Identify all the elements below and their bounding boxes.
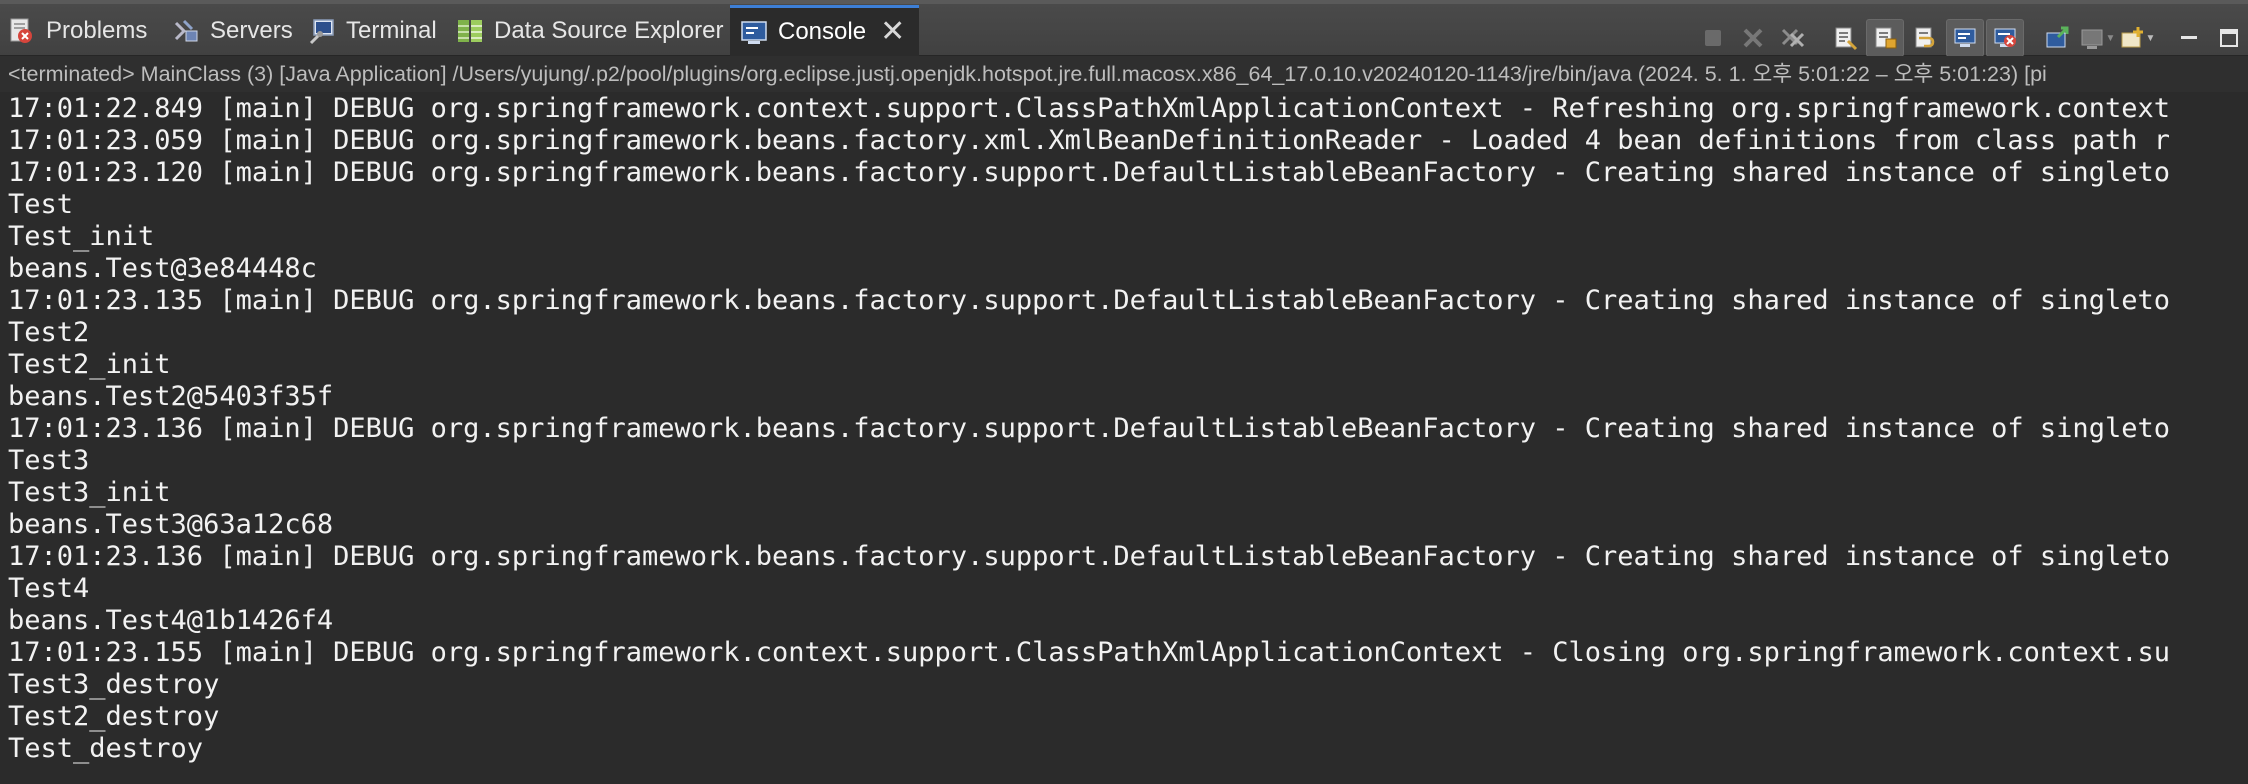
console-line: 17:01:23.155 [main] DEBUG org.springfram… xyxy=(8,637,2170,668)
console-toolbar: ▼ ▼ xyxy=(1692,18,2248,58)
console-line: Test_init xyxy=(8,221,155,252)
tab-label: Data Source Explorer xyxy=(494,17,724,44)
console-line: Test2_destroy xyxy=(8,701,220,732)
tab-problems[interactable]: Problems xyxy=(8,8,147,54)
maximize-icon[interactable] xyxy=(2210,19,2248,57)
pin-console-icon[interactable] xyxy=(2038,19,2076,57)
console-line: Test3 xyxy=(8,445,90,476)
console-line: 17:01:23.120 [main] DEBUG org.springfram… xyxy=(8,157,2170,188)
terminate-icon[interactable] xyxy=(1694,19,1732,57)
tab-label: Problems xyxy=(46,17,148,44)
console-line: beans.Test3@63a12c68 xyxy=(8,509,334,540)
view-tab-bar: Problems Servers Terminal Data Source Ex… xyxy=(0,0,2248,58)
tab-label: Servers xyxy=(210,17,293,44)
word-wrap-icon[interactable] xyxy=(1906,19,1944,57)
console-line: beans.Test2@5403f35f xyxy=(8,381,334,412)
console-output[interactable]: 17:01:22.849 [main] DEBUG org.springfram… xyxy=(0,92,2248,784)
tab-label: Terminal xyxy=(346,17,437,44)
process-status-line: <terminated> MainClass (3) [Java Applica… xyxy=(0,56,2248,92)
remove-launch-icon[interactable] xyxy=(1734,19,1772,57)
problems-icon xyxy=(8,17,36,45)
tab-label: Console xyxy=(778,18,867,45)
tab-data-source-explorer[interactable]: Data Source Explorer xyxy=(456,8,723,54)
tab-terminal[interactable]: Terminal xyxy=(308,8,437,54)
database-icon xyxy=(456,17,484,45)
console-line: Test2 xyxy=(8,317,90,348)
terminal-icon xyxy=(308,17,336,45)
console-line: 17:01:22.849 [main] DEBUG org.springfram… xyxy=(8,93,2170,124)
display-selected-console-icon[interactable]: ▼ xyxy=(2078,19,2116,57)
console-line: Test3_init xyxy=(8,477,171,508)
minimize-icon[interactable] xyxy=(2170,19,2208,57)
console-line: Test2_init xyxy=(8,349,171,380)
remove-all-terminated-icon[interactable] xyxy=(1774,19,1812,57)
show-on-stdout-icon[interactable] xyxy=(1946,19,1984,57)
console-line: beans.Test4@1b1426f4 xyxy=(8,605,334,636)
console-lines: 17:01:22.849 [main] DEBUG org.springfram… xyxy=(0,92,2248,765)
close-icon[interactable]: ✕ xyxy=(880,17,905,47)
console-line: 17:01:23.135 [main] DEBUG org.springfram… xyxy=(8,285,2170,316)
console-line: Test4 xyxy=(8,573,90,604)
show-on-stderr-icon[interactable] xyxy=(1986,19,2024,57)
servers-icon xyxy=(172,17,200,45)
scroll-lock-icon[interactable] xyxy=(1866,19,1904,57)
console-line: 17:01:23.059 [main] DEBUG org.springfram… xyxy=(8,125,2170,156)
console-line: Test xyxy=(8,189,74,220)
console-line: 17:01:23.136 [main] DEBUG org.springfram… xyxy=(8,541,2170,572)
tab-servers[interactable]: Servers xyxy=(172,8,293,54)
tab-console[interactable]: Console ✕ xyxy=(730,5,920,56)
clear-console-icon[interactable] xyxy=(1826,19,1864,57)
console-line: Test_destroy xyxy=(8,733,204,764)
console-line: Test3_destroy xyxy=(8,669,220,700)
open-console-icon[interactable]: ▼ xyxy=(2118,19,2156,57)
console-line: 17:01:23.136 [main] DEBUG org.springfram… xyxy=(8,413,2170,444)
console-line: beans.Test@3e84448c xyxy=(8,253,317,284)
console-icon xyxy=(740,18,768,46)
